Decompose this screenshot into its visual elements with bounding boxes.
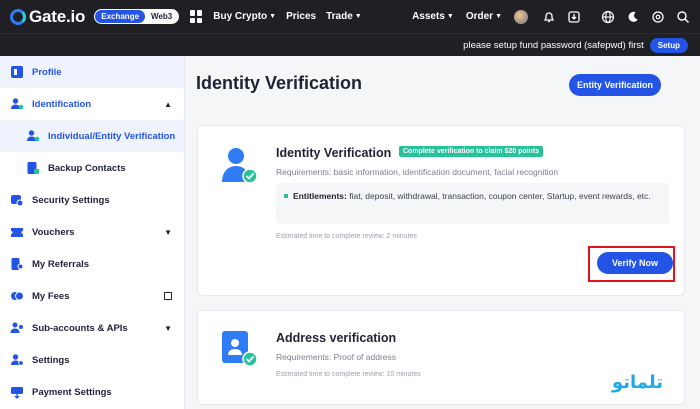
entitlements-text: fiat, deposit, withdrawal, transaction, … — [349, 191, 651, 201]
sidebar-item-label: Vouchers — [32, 226, 75, 238]
fees-icon — [10, 289, 24, 303]
sidebar-item-label: Sub-accounts & APIs — [32, 322, 128, 334]
chevron-down-icon: ▼ — [164, 323, 172, 333]
entity-verification-button[interactable]: Entity Verification — [569, 74, 661, 96]
voucher-icon — [10, 225, 24, 239]
entitlements-box: Entitlements: fiat, deposit, withdrawal,… — [276, 183, 669, 224]
address-requirements: Requirements: Proof of address — [276, 352, 397, 362]
sidebar-item-backup-contacts[interactable]: Backup Contacts — [0, 152, 184, 184]
mode-toggle: Exchange Web3 — [94, 9, 180, 24]
sidebar-item-label: My Referrals — [32, 258, 90, 270]
download-icon[interactable] — [567, 10, 581, 24]
identity-card-title: Identity Verification — [276, 146, 392, 160]
caret-down-icon: ▼ — [446, 13, 454, 20]
caret-down-icon: ▼ — [354, 13, 362, 20]
sidebar-item-label: Backup Contacts — [48, 162, 126, 174]
watermark: تلماتو — [612, 372, 663, 393]
sidebar-item-security-settings[interactable]: Security Settings — [0, 184, 184, 216]
entitlements-label: Entitlements: — [293, 191, 347, 201]
address-eta: Estimated time to complete review: 10 mi… — [276, 371, 421, 378]
sidebar-item-label: Settings — [32, 354, 70, 366]
sidebar-item-my-referrals[interactable]: My Referrals — [0, 248, 184, 280]
bullet-icon — [284, 194, 288, 198]
sidebar-item-label: Identification — [32, 98, 92, 110]
security-icon — [10, 193, 24, 207]
moon-icon[interactable] — [626, 10, 640, 24]
sidebar-item-individual-entity-verification[interactable]: Individual/Entity Verification — [0, 120, 184, 152]
sidebar-item-settings[interactable]: Settings — [0, 344, 184, 376]
nav-assets[interactable]: Assets ▼ — [412, 11, 454, 22]
identification-icon — [10, 97, 24, 111]
chevron-down-icon: ▼ — [164, 227, 172, 237]
gate-logo-icon — [10, 8, 26, 25]
identity-requirements: Requirements: basic information, identif… — [276, 167, 559, 177]
settings-icon[interactable] — [651, 10, 665, 24]
sidebar-item-label: Individual/Entity Verification — [48, 130, 176, 142]
fund-password-notice: please setup fund password (safepwd) fir… — [0, 33, 700, 56]
verified-user-icon — [26, 129, 40, 143]
sidebar-item-profile[interactable]: Profile — [0, 56, 184, 88]
notice-text: please setup fund password (safepwd) fir… — [463, 39, 644, 51]
referrals-icon — [10, 257, 24, 271]
bell-icon[interactable] — [542, 10, 556, 24]
backup-contacts-icon — [26, 161, 40, 175]
globe-icon[interactable] — [601, 10, 615, 24]
profile-icon — [10, 65, 24, 79]
main-content: Identity Verification Entity Verificatio… — [186, 56, 700, 409]
caret-down-icon: ▼ — [495, 13, 502, 20]
identity-eta: Estimated time to complete review: 2 min… — [276, 233, 417, 240]
sidebar-item-label: Profile — [32, 66, 62, 78]
search-icon[interactable] — [676, 10, 690, 24]
sub-accounts-icon — [10, 321, 24, 335]
sidebar-item-identification[interactable]: Identification ▲ — [0, 88, 184, 120]
nav-right-group: Assets ▼ Order ▼ — [412, 0, 690, 33]
top-navigation: Gate.io Exchange Web3 Buy Crypto ▼ Prices… — [0, 0, 700, 33]
reward-badge: Complete verification to claim $20 point… — [399, 146, 544, 157]
identity-user-icon — [222, 148, 258, 184]
sidebar-item-sub-accounts-apis[interactable]: Sub-accounts & APIs ▼ — [0, 312, 184, 344]
payment-icon — [10, 385, 24, 399]
sidebar-item-label: Payment Settings — [32, 386, 112, 398]
settings-icon — [10, 353, 24, 367]
setup-button[interactable]: Setup — [649, 37, 688, 53]
external-link-icon — [164, 292, 172, 300]
sidebar-item-my-fees[interactable]: My Fees — [0, 280, 184, 312]
page-title: Identity Verification — [196, 73, 363, 93]
verify-now-highlight — [588, 246, 675, 282]
user-avatar[interactable] — [514, 9, 528, 24]
nav-trade[interactable]: Trade ▼ — [326, 11, 362, 22]
web3-mode-tab[interactable]: Web3 — [145, 10, 178, 23]
caret-down-icon: ▼ — [269, 13, 277, 20]
sidebar-item-vouchers[interactable]: Vouchers ▼ — [0, 216, 184, 248]
sidebar-item-payment-settings[interactable]: Payment Settings — [0, 376, 184, 408]
sidebar-item-label: My Fees — [32, 290, 70, 302]
address-card-title: Address verification — [276, 331, 397, 345]
nav-order[interactable]: Order ▼ — [466, 11, 502, 22]
nav-buy-crypto[interactable]: Buy Crypto ▼ — [213, 11, 276, 22]
sidebar-item-label: Security Settings — [32, 194, 110, 206]
apps-grid-icon[interactable] — [190, 10, 203, 23]
gate-logo[interactable]: Gate.io — [10, 7, 85, 27]
nav-prices[interactable]: Prices — [286, 11, 316, 22]
sidebar: Profile Identification ▲ Individual/Enti… — [0, 56, 185, 409]
logo-text: Gate.io — [29, 6, 86, 26]
chevron-up-icon: ▲ — [164, 99, 172, 109]
exchange-mode-tab[interactable]: Exchange — [95, 10, 146, 23]
address-document-icon — [222, 331, 258, 367]
